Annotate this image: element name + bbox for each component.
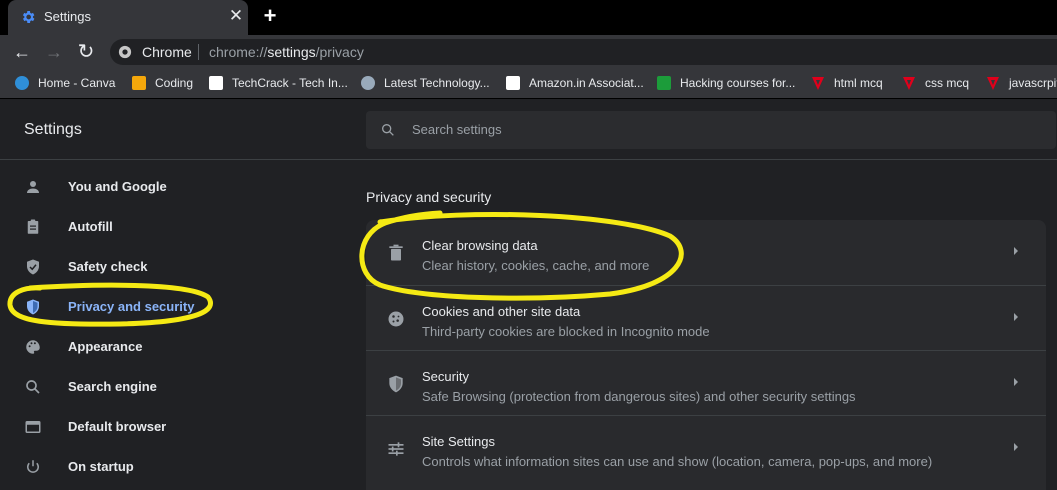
- row-subtitle: Third-party cookies are blocked in Incog…: [422, 324, 710, 339]
- sidebar-item-label: On startup: [68, 459, 134, 474]
- chevron-right-icon: [1014, 378, 1018, 386]
- sidebar-item-label: Safety check: [68, 259, 148, 274]
- bookmark-label: TechCrack - Tech In...: [232, 76, 348, 90]
- sidebar-item-search-engine[interactable]: Search engine: [0, 367, 240, 407]
- bookmark-label: javascrpit: [1009, 76, 1057, 90]
- amazon-icon: [506, 76, 520, 90]
- new-tab-button[interactable]: +: [258, 4, 282, 28]
- search-icon: [382, 123, 394, 136]
- bookmark-label: Home - Canva: [38, 76, 116, 90]
- sidebar-item-appearance[interactable]: Appearance: [0, 327, 240, 367]
- sidebar-item-privacy-and-security[interactable]: Privacy and security: [0, 287, 240, 327]
- row-title: Site Settings: [422, 434, 495, 449]
- close-tab-icon[interactable]: ✕: [226, 5, 246, 25]
- person-icon: [27, 181, 39, 193]
- shield-icon: [389, 375, 403, 393]
- settings-page: Settings Search settings You and Google A…: [0, 99, 1057, 490]
- palette-icon: [26, 340, 40, 354]
- row-subtitle: Controls what information sites can use …: [422, 454, 933, 469]
- cookie-icon: [388, 311, 404, 327]
- forward-button[interactable]: →: [42, 39, 66, 65]
- globe-icon: [361, 76, 375, 90]
- mcq-icon: [903, 77, 915, 90]
- blogger-icon: [132, 76, 146, 90]
- settings-row-clear-browsing-data[interactable]: Clear browsing data Clear history, cookie…: [366, 220, 1046, 284]
- tc-icon: [657, 76, 671, 90]
- canva-icon: [15, 76, 29, 90]
- settings-row-cookies-and-other-site-data[interactable]: Cookies and other site data Third-party c…: [366, 285, 1046, 350]
- sidebar-item-safety-check[interactable]: Safety check: [0, 247, 240, 287]
- row-title: Cookies and other site data: [422, 304, 581, 319]
- site-label: Chrome: [142, 44, 192, 60]
- tab-title: Settings: [44, 9, 91, 24]
- sidebar-item-autofill[interactable]: Autofill: [0, 207, 240, 247]
- back-button[interactable]: ←: [10, 39, 34, 65]
- row-title: Security: [422, 369, 469, 384]
- search-placeholder: Search settings: [412, 122, 502, 137]
- power-icon: [27, 460, 39, 473]
- bookmark-label: Hacking courses for...: [680, 76, 796, 90]
- chevron-right-icon: [1014, 313, 1018, 321]
- page-title: Settings: [24, 121, 82, 138]
- search-input[interactable]: Search settings: [366, 111, 1056, 149]
- sidebar-item-label: Search engine: [68, 379, 157, 394]
- sidebar-item-label: Appearance: [68, 339, 143, 354]
- sidebar-item-you-and-google[interactable]: You and Google: [0, 167, 240, 207]
- chevron-right-icon: [1014, 247, 1018, 255]
- settings-row-site-settings[interactable]: Site Settings Controls what information s…: [366, 415, 1046, 480]
- browser-icon: [25, 421, 41, 433]
- trash-icon: [389, 244, 403, 261]
- url-text: chrome://settings/privacy: [209, 44, 364, 60]
- gear-icon: [22, 11, 35, 23]
- settings-header: Settings Search settings: [0, 99, 1057, 160]
- toolbar: ← → ↻ Chrome chrome://settings/privacy: [0, 35, 1057, 69]
- sidebar-item-label: Default browser: [68, 419, 167, 434]
- techcrack-icon: [209, 76, 223, 90]
- chevron-right-icon: [1014, 443, 1018, 451]
- tab-strip: Settings ✕ +: [0, 0, 1057, 35]
- bookmarks-bar: Home - Canva Coding TechCrack - Tech In...…: [0, 69, 1057, 99]
- sidebar-item-label: You and Google: [68, 179, 167, 194]
- section-title: Privacy and security: [366, 189, 492, 205]
- mcq-icon: [812, 77, 824, 90]
- privacy-card: Clear browsing data Clear history, cookie…: [366, 220, 1046, 490]
- mcq-icon: [987, 77, 999, 90]
- bookmark-label: Latest Technology...: [384, 76, 490, 90]
- bookmark-label: Amazon.in Associat...: [529, 76, 644, 90]
- chrome-icon: [118, 45, 132, 59]
- url-separator: [198, 44, 199, 60]
- sidebar-item-default-browser[interactable]: Default browser: [0, 407, 240, 447]
- sidebar-item-label: Autofill: [68, 219, 113, 234]
- clipboard-icon: [27, 219, 39, 234]
- tab-settings[interactable]: Settings ✕: [8, 0, 248, 35]
- address-bar[interactable]: Chrome chrome://settings/privacy: [110, 39, 1057, 65]
- shield-check-icon: [27, 259, 39, 275]
- sidebar-item-label: Privacy and security: [68, 299, 195, 314]
- shield-icon: [27, 299, 39, 315]
- row-title: Clear browsing data: [422, 238, 538, 253]
- search-icon: [26, 380, 40, 394]
- bookmark-label: html mcq: [834, 76, 883, 90]
- row-subtitle: Safe Browsing (protection from dangerous…: [422, 389, 856, 404]
- bookmark-label: Coding: [155, 76, 194, 90]
- reload-button[interactable]: ↻: [74, 39, 98, 65]
- row-subtitle: Clear history, cookies, cache, and more: [422, 258, 650, 273]
- sidebar-item-on-startup[interactable]: On startup: [0, 447, 240, 487]
- sliders-icon: [388, 442, 404, 456]
- settings-row-security[interactable]: Security Safe Browsing (protection from d…: [366, 350, 1046, 415]
- bookmark-label: css mcq: [925, 76, 970, 90]
